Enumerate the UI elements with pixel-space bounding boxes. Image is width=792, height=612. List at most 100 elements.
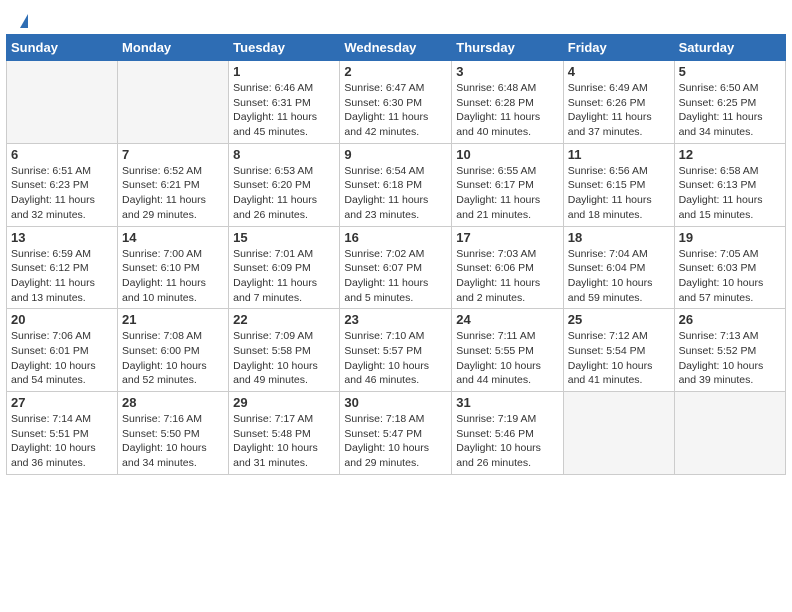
day-number: 14 xyxy=(122,230,224,245)
calendar-week-3: 20 Sunrise: 7:06 AM Sunset: 6:01 PM Dayli… xyxy=(7,309,786,392)
calendar-cell: 3Sunrise: 6:48 AM Sunset: 6:28 PM Daylig… xyxy=(452,61,563,144)
calendar-cell: 4Sunrise: 6:49 AM Sunset: 6:26 PM Daylig… xyxy=(563,61,674,144)
calendar-cell: 10Sunrise: 6:55 AM Sunset: 6:17 PM Dayli… xyxy=(452,143,563,226)
calendar-cell: 27 Sunrise: 7:14 AM Sunset: 5:51 PM Dayli… xyxy=(7,392,118,475)
calendar-cell: 2 Sunrise: 6:47 AM Sunset: 6:30 PM Daylig… xyxy=(340,61,452,144)
day-number: 9 xyxy=(344,147,447,162)
calendar-week-4: 27 Sunrise: 7:14 AM Sunset: 5:51 PM Dayli… xyxy=(7,392,786,475)
day-detail: Sunrise: 7:18 AM Sunset: 5:47 PM Dayligh… xyxy=(344,412,447,471)
day-detail: Sunrise: 6:56 AM Sunset: 6:15 PM Dayligh… xyxy=(568,164,670,223)
day-number: 26 xyxy=(679,312,781,327)
day-number: 3 xyxy=(456,64,558,79)
day-number: 25 xyxy=(568,312,670,327)
calendar-wrapper: SundayMondayTuesdayWednesdayThursdayFrid… xyxy=(0,34,792,481)
day-number: 7 xyxy=(122,147,224,162)
calendar-cell: 25 Sunrise: 7:12 AM Sunset: 5:54 PM Dayli… xyxy=(563,309,674,392)
day-number: 13 xyxy=(11,230,113,245)
day-number: 28 xyxy=(122,395,224,410)
calendar-cell: 15 Sunrise: 7:01 AM Sunset: 6:09 PM Dayli… xyxy=(229,226,340,309)
day-detail: Sunrise: 7:17 AM Sunset: 5:48 PM Dayligh… xyxy=(233,412,335,471)
calendar-cell: 29 Sunrise: 7:17 AM Sunset: 5:48 PM Dayli… xyxy=(229,392,340,475)
day-number: 5 xyxy=(679,64,781,79)
day-detail: Sunrise: 7:01 AM Sunset: 6:09 PM Dayligh… xyxy=(233,247,335,306)
calendar-header-sunday: Sunday xyxy=(7,35,118,61)
calendar-header-thursday: Thursday xyxy=(452,35,563,61)
day-number: 12 xyxy=(679,147,781,162)
calendar-cell: 13 Sunrise: 6:59 AM Sunset: 6:12 PM Dayli… xyxy=(7,226,118,309)
day-number: 8 xyxy=(233,147,335,162)
day-detail: Sunrise: 7:06 AM Sunset: 6:01 PM Dayligh… xyxy=(11,329,113,388)
day-number: 27 xyxy=(11,395,113,410)
logo-triangle-icon xyxy=(20,14,28,28)
calendar-cell: 5 Sunrise: 6:50 AM Sunset: 6:25 PM Daylig… xyxy=(674,61,785,144)
calendar-cell: 8 Sunrise: 6:53 AM Sunset: 6:20 PM Daylig… xyxy=(229,143,340,226)
day-detail: Sunrise: 7:05 AM Sunset: 6:03 PM Dayligh… xyxy=(679,247,781,306)
day-number: 22 xyxy=(233,312,335,327)
day-detail: Sunrise: 7:02 AM Sunset: 6:07 PM Dayligh… xyxy=(344,247,447,306)
day-number: 18 xyxy=(568,230,670,245)
day-number: 21 xyxy=(122,312,224,327)
day-detail: Sunrise: 7:04 AM Sunset: 6:04 PM Dayligh… xyxy=(568,247,670,306)
calendar-cell: 18 Sunrise: 7:04 AM Sunset: 6:04 PM Dayli… xyxy=(563,226,674,309)
calendar-header-tuesday: Tuesday xyxy=(229,35,340,61)
calendar-week-0: 1 Sunrise: 6:46 AM Sunset: 6:31 PM Daylig… xyxy=(7,61,786,144)
calendar-header-saturday: Saturday xyxy=(674,35,785,61)
calendar-header-friday: Friday xyxy=(563,35,674,61)
calendar-week-1: 6 Sunrise: 6:51 AM Sunset: 6:23 PM Daylig… xyxy=(7,143,786,226)
calendar-cell: 6 Sunrise: 6:51 AM Sunset: 6:23 PM Daylig… xyxy=(7,143,118,226)
calendar-cell: 26 Sunrise: 7:13 AM Sunset: 5:52 PM Dayli… xyxy=(674,309,785,392)
day-detail: Sunrise: 7:12 AM Sunset: 5:54 PM Dayligh… xyxy=(568,329,670,388)
day-detail: Sunrise: 7:08 AM Sunset: 6:00 PM Dayligh… xyxy=(122,329,224,388)
calendar-cell: 19Sunrise: 7:05 AM Sunset: 6:03 PM Dayli… xyxy=(674,226,785,309)
day-detail: Sunrise: 7:19 AM Sunset: 5:46 PM Dayligh… xyxy=(456,412,558,471)
calendar-cell: 11Sunrise: 6:56 AM Sunset: 6:15 PM Dayli… xyxy=(563,143,674,226)
header xyxy=(0,0,792,34)
calendar-header-wednesday: Wednesday xyxy=(340,35,452,61)
calendar-cell xyxy=(118,61,229,144)
day-detail: Sunrise: 7:14 AM Sunset: 5:51 PM Dayligh… xyxy=(11,412,113,471)
calendar-cell: 21 Sunrise: 7:08 AM Sunset: 6:00 PM Dayli… xyxy=(118,309,229,392)
day-detail: Sunrise: 7:09 AM Sunset: 5:58 PM Dayligh… xyxy=(233,329,335,388)
calendar-cell: 22 Sunrise: 7:09 AM Sunset: 5:58 PM Dayli… xyxy=(229,309,340,392)
calendar-cell: 24Sunrise: 7:11 AM Sunset: 5:55 PM Dayli… xyxy=(452,309,563,392)
day-number: 15 xyxy=(233,230,335,245)
calendar-table: SundayMondayTuesdayWednesdayThursdayFrid… xyxy=(6,34,786,475)
calendar-week-2: 13 Sunrise: 6:59 AM Sunset: 6:12 PM Dayli… xyxy=(7,226,786,309)
day-detail: Sunrise: 6:50 AM Sunset: 6:25 PM Dayligh… xyxy=(679,81,781,140)
day-detail: Sunrise: 7:10 AM Sunset: 5:57 PM Dayligh… xyxy=(344,329,447,388)
day-detail: Sunrise: 7:16 AM Sunset: 5:50 PM Dayligh… xyxy=(122,412,224,471)
calendar-cell: 28 Sunrise: 7:16 AM Sunset: 5:50 PM Dayli… xyxy=(118,392,229,475)
calendar-cell: 23Sunrise: 7:10 AM Sunset: 5:57 PM Dayli… xyxy=(340,309,452,392)
logo xyxy=(18,14,28,28)
day-number: 29 xyxy=(233,395,335,410)
day-detail: Sunrise: 6:46 AM Sunset: 6:31 PM Dayligh… xyxy=(233,81,335,140)
day-number: 20 xyxy=(11,312,113,327)
calendar-cell: 30Sunrise: 7:18 AM Sunset: 5:47 PM Dayli… xyxy=(340,392,452,475)
day-detail: Sunrise: 6:55 AM Sunset: 6:17 PM Dayligh… xyxy=(456,164,558,223)
day-detail: Sunrise: 6:54 AM Sunset: 6:18 PM Dayligh… xyxy=(344,164,447,223)
day-detail: Sunrise: 7:13 AM Sunset: 5:52 PM Dayligh… xyxy=(679,329,781,388)
day-detail: Sunrise: 6:52 AM Sunset: 6:21 PM Dayligh… xyxy=(122,164,224,223)
day-number: 6 xyxy=(11,147,113,162)
day-detail: Sunrise: 7:03 AM Sunset: 6:06 PM Dayligh… xyxy=(456,247,558,306)
day-number: 1 xyxy=(233,64,335,79)
calendar-cell xyxy=(7,61,118,144)
calendar-cell: 7 Sunrise: 6:52 AM Sunset: 6:21 PM Daylig… xyxy=(118,143,229,226)
day-detail: Sunrise: 6:49 AM Sunset: 6:26 PM Dayligh… xyxy=(568,81,670,140)
day-number: 24 xyxy=(456,312,558,327)
day-number: 31 xyxy=(456,395,558,410)
calendar-cell: 31 Sunrise: 7:19 AM Sunset: 5:46 PM Dayli… xyxy=(452,392,563,475)
calendar-cell: 14Sunrise: 7:00 AM Sunset: 6:10 PM Dayli… xyxy=(118,226,229,309)
calendar-cell: 17 Sunrise: 7:03 AM Sunset: 6:06 PM Dayli… xyxy=(452,226,563,309)
day-number: 2 xyxy=(344,64,447,79)
day-number: 16 xyxy=(344,230,447,245)
day-number: 17 xyxy=(456,230,558,245)
calendar-cell: 16 Sunrise: 7:02 AM Sunset: 6:07 PM Dayli… xyxy=(340,226,452,309)
calendar-header-monday: Monday xyxy=(118,35,229,61)
day-detail: Sunrise: 6:47 AM Sunset: 6:30 PM Dayligh… xyxy=(344,81,447,140)
calendar-cell: 12Sunrise: 6:58 AM Sunset: 6:13 PM Dayli… xyxy=(674,143,785,226)
day-detail: Sunrise: 6:51 AM Sunset: 6:23 PM Dayligh… xyxy=(11,164,113,223)
day-detail: Sunrise: 6:59 AM Sunset: 6:12 PM Dayligh… xyxy=(11,247,113,306)
day-detail: Sunrise: 6:53 AM Sunset: 6:20 PM Dayligh… xyxy=(233,164,335,223)
calendar-cell xyxy=(563,392,674,475)
